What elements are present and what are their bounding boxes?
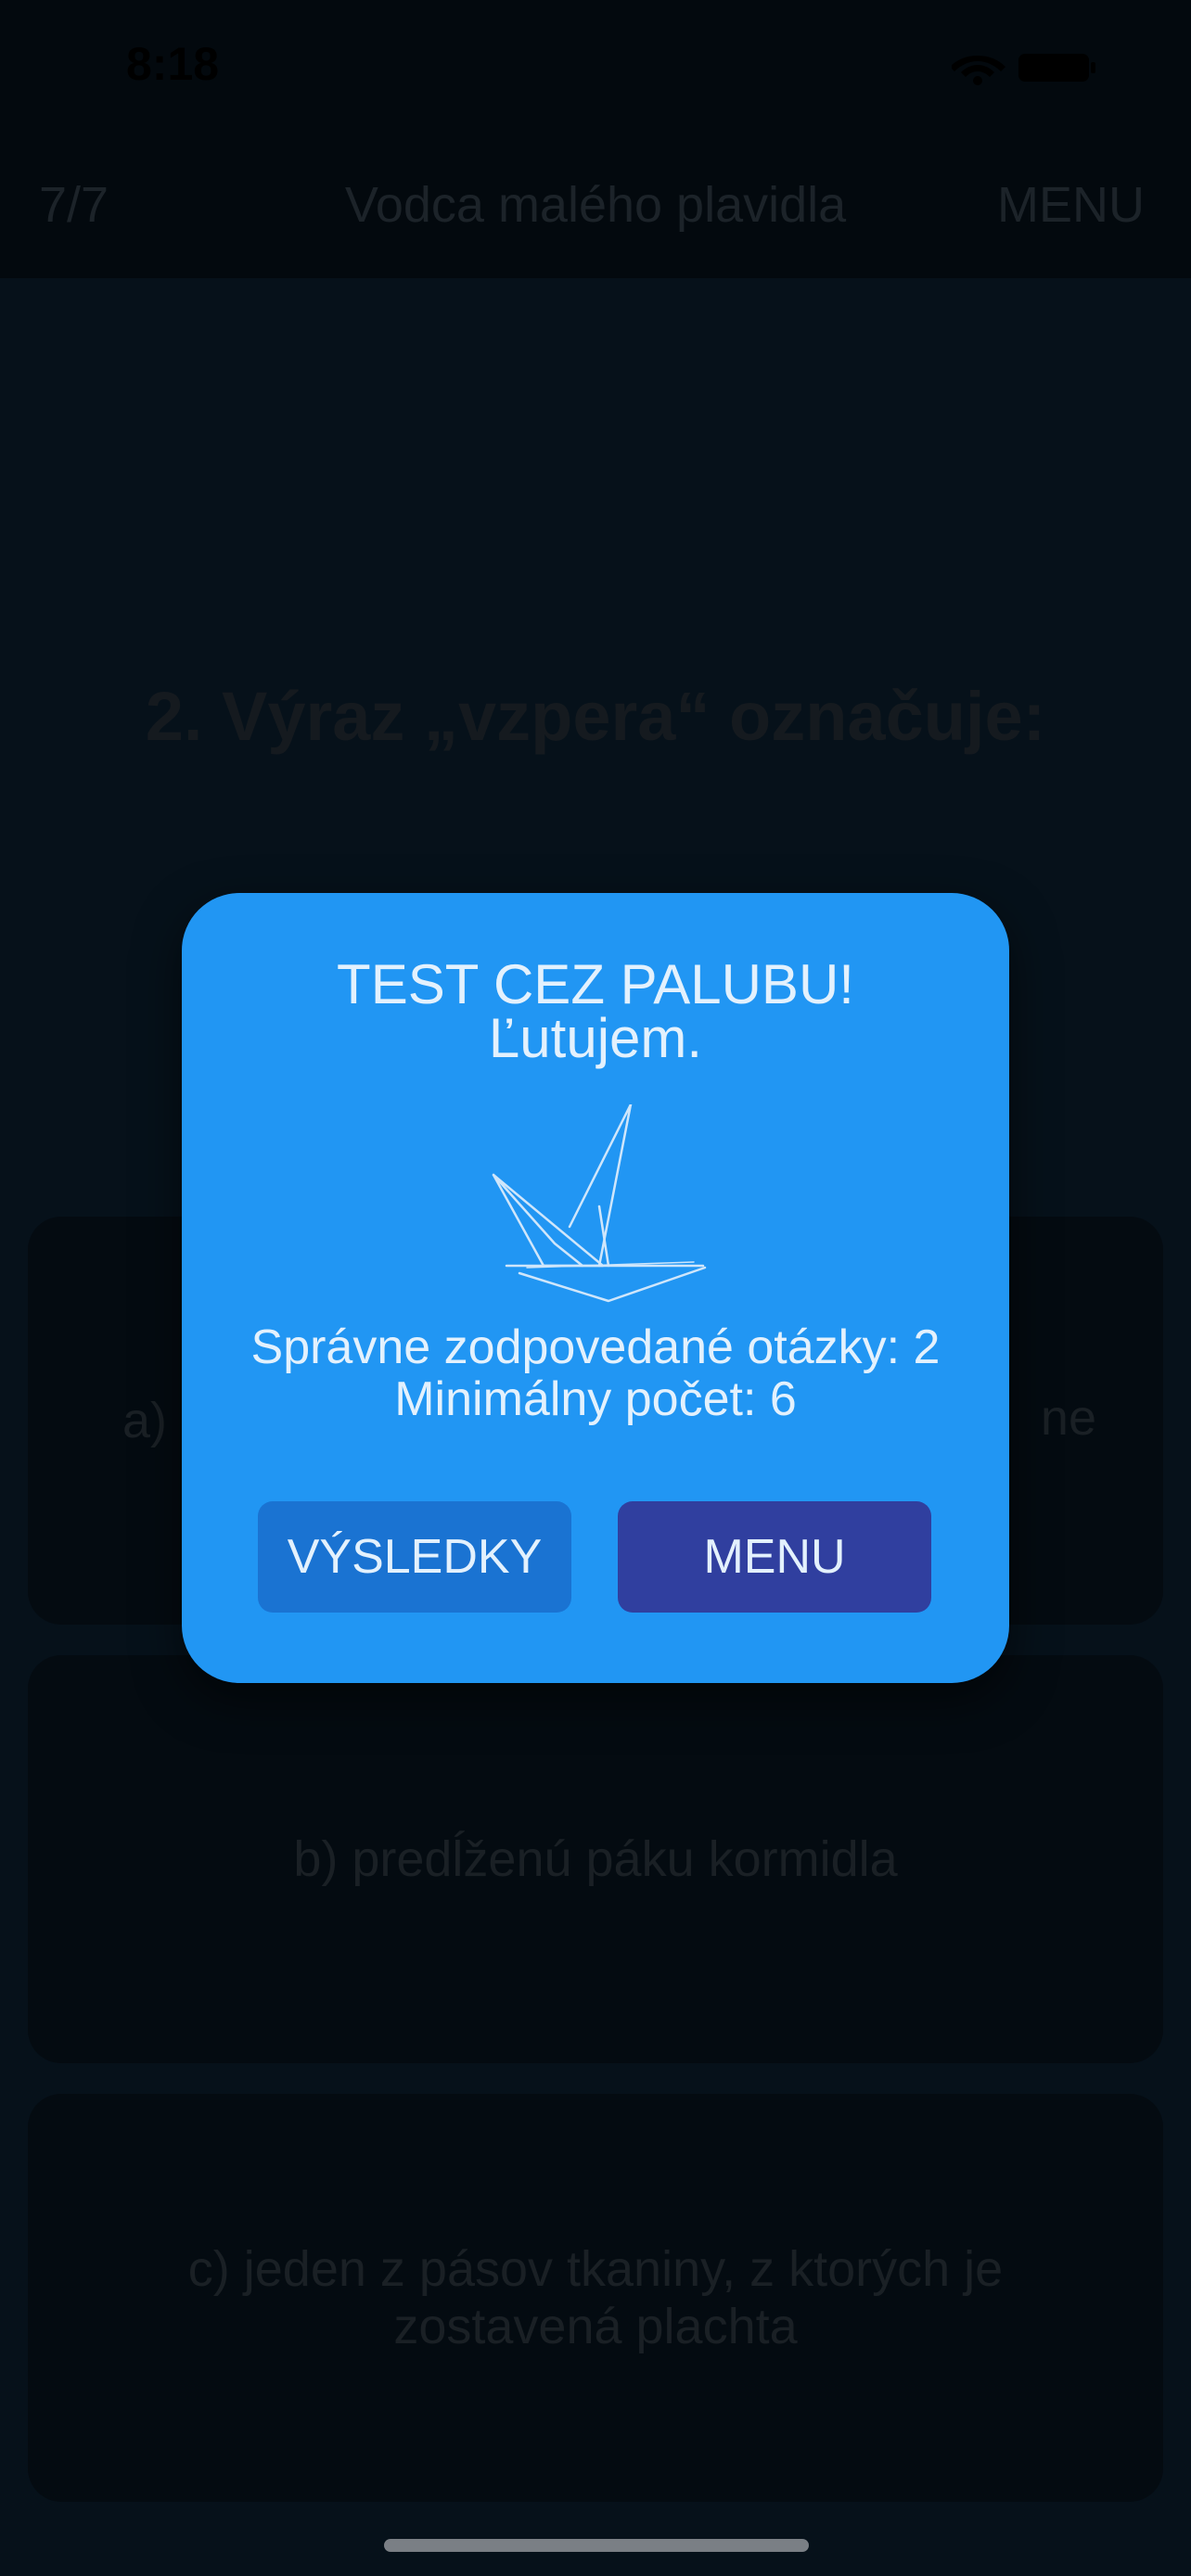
- sailboat-icon: [492, 1104, 707, 1303]
- answer-b-label: b) predĺženú páku kormidla: [293, 1831, 898, 1887]
- status-icons: [952, 54, 1095, 85]
- answer-c[interactable]: c) jeden z pásov tkaniny, z ktorých je z…: [28, 2094, 1163, 2502]
- wifi-icon: [952, 56, 1005, 85]
- nav-menu-button[interactable]: MENU: [997, 176, 1145, 234]
- status-time: 8:18: [126, 38, 220, 90]
- status-bar: 8:18: [0, 0, 1191, 139]
- battery-icon: [1018, 54, 1095, 82]
- question-text: 2. Výraz „vzpera“ označuje:: [145, 678, 1046, 755]
- results-button[interactable]: VÝSLEDKY: [258, 1501, 571, 1613]
- menu-button[interactable]: MENU: [618, 1501, 931, 1613]
- answer-b[interactable]: b) predĺženú páku kormidla: [28, 1655, 1163, 2063]
- answer-c-label: c) jeden z pásov tkaniny, z ktorých je z…: [187, 2241, 1004, 2354]
- home-indicator: [384, 2539, 809, 2552]
- dialog-subtitle: Ľutujem.: [488, 1007, 703, 1069]
- result-dialog: TEST CEZ PALUBU! Ľutujem. Správne zodpov…: [182, 893, 1009, 1683]
- correct-answers-text: Správne zodpovedané otázky: 2: [250, 1320, 941, 1374]
- answer-a-tail: ne: [1040, 1390, 1096, 1446]
- minimum-count-text: Minimálny počet: 6: [394, 1372, 797, 1426]
- answer-a-label: a): [122, 1393, 168, 1448]
